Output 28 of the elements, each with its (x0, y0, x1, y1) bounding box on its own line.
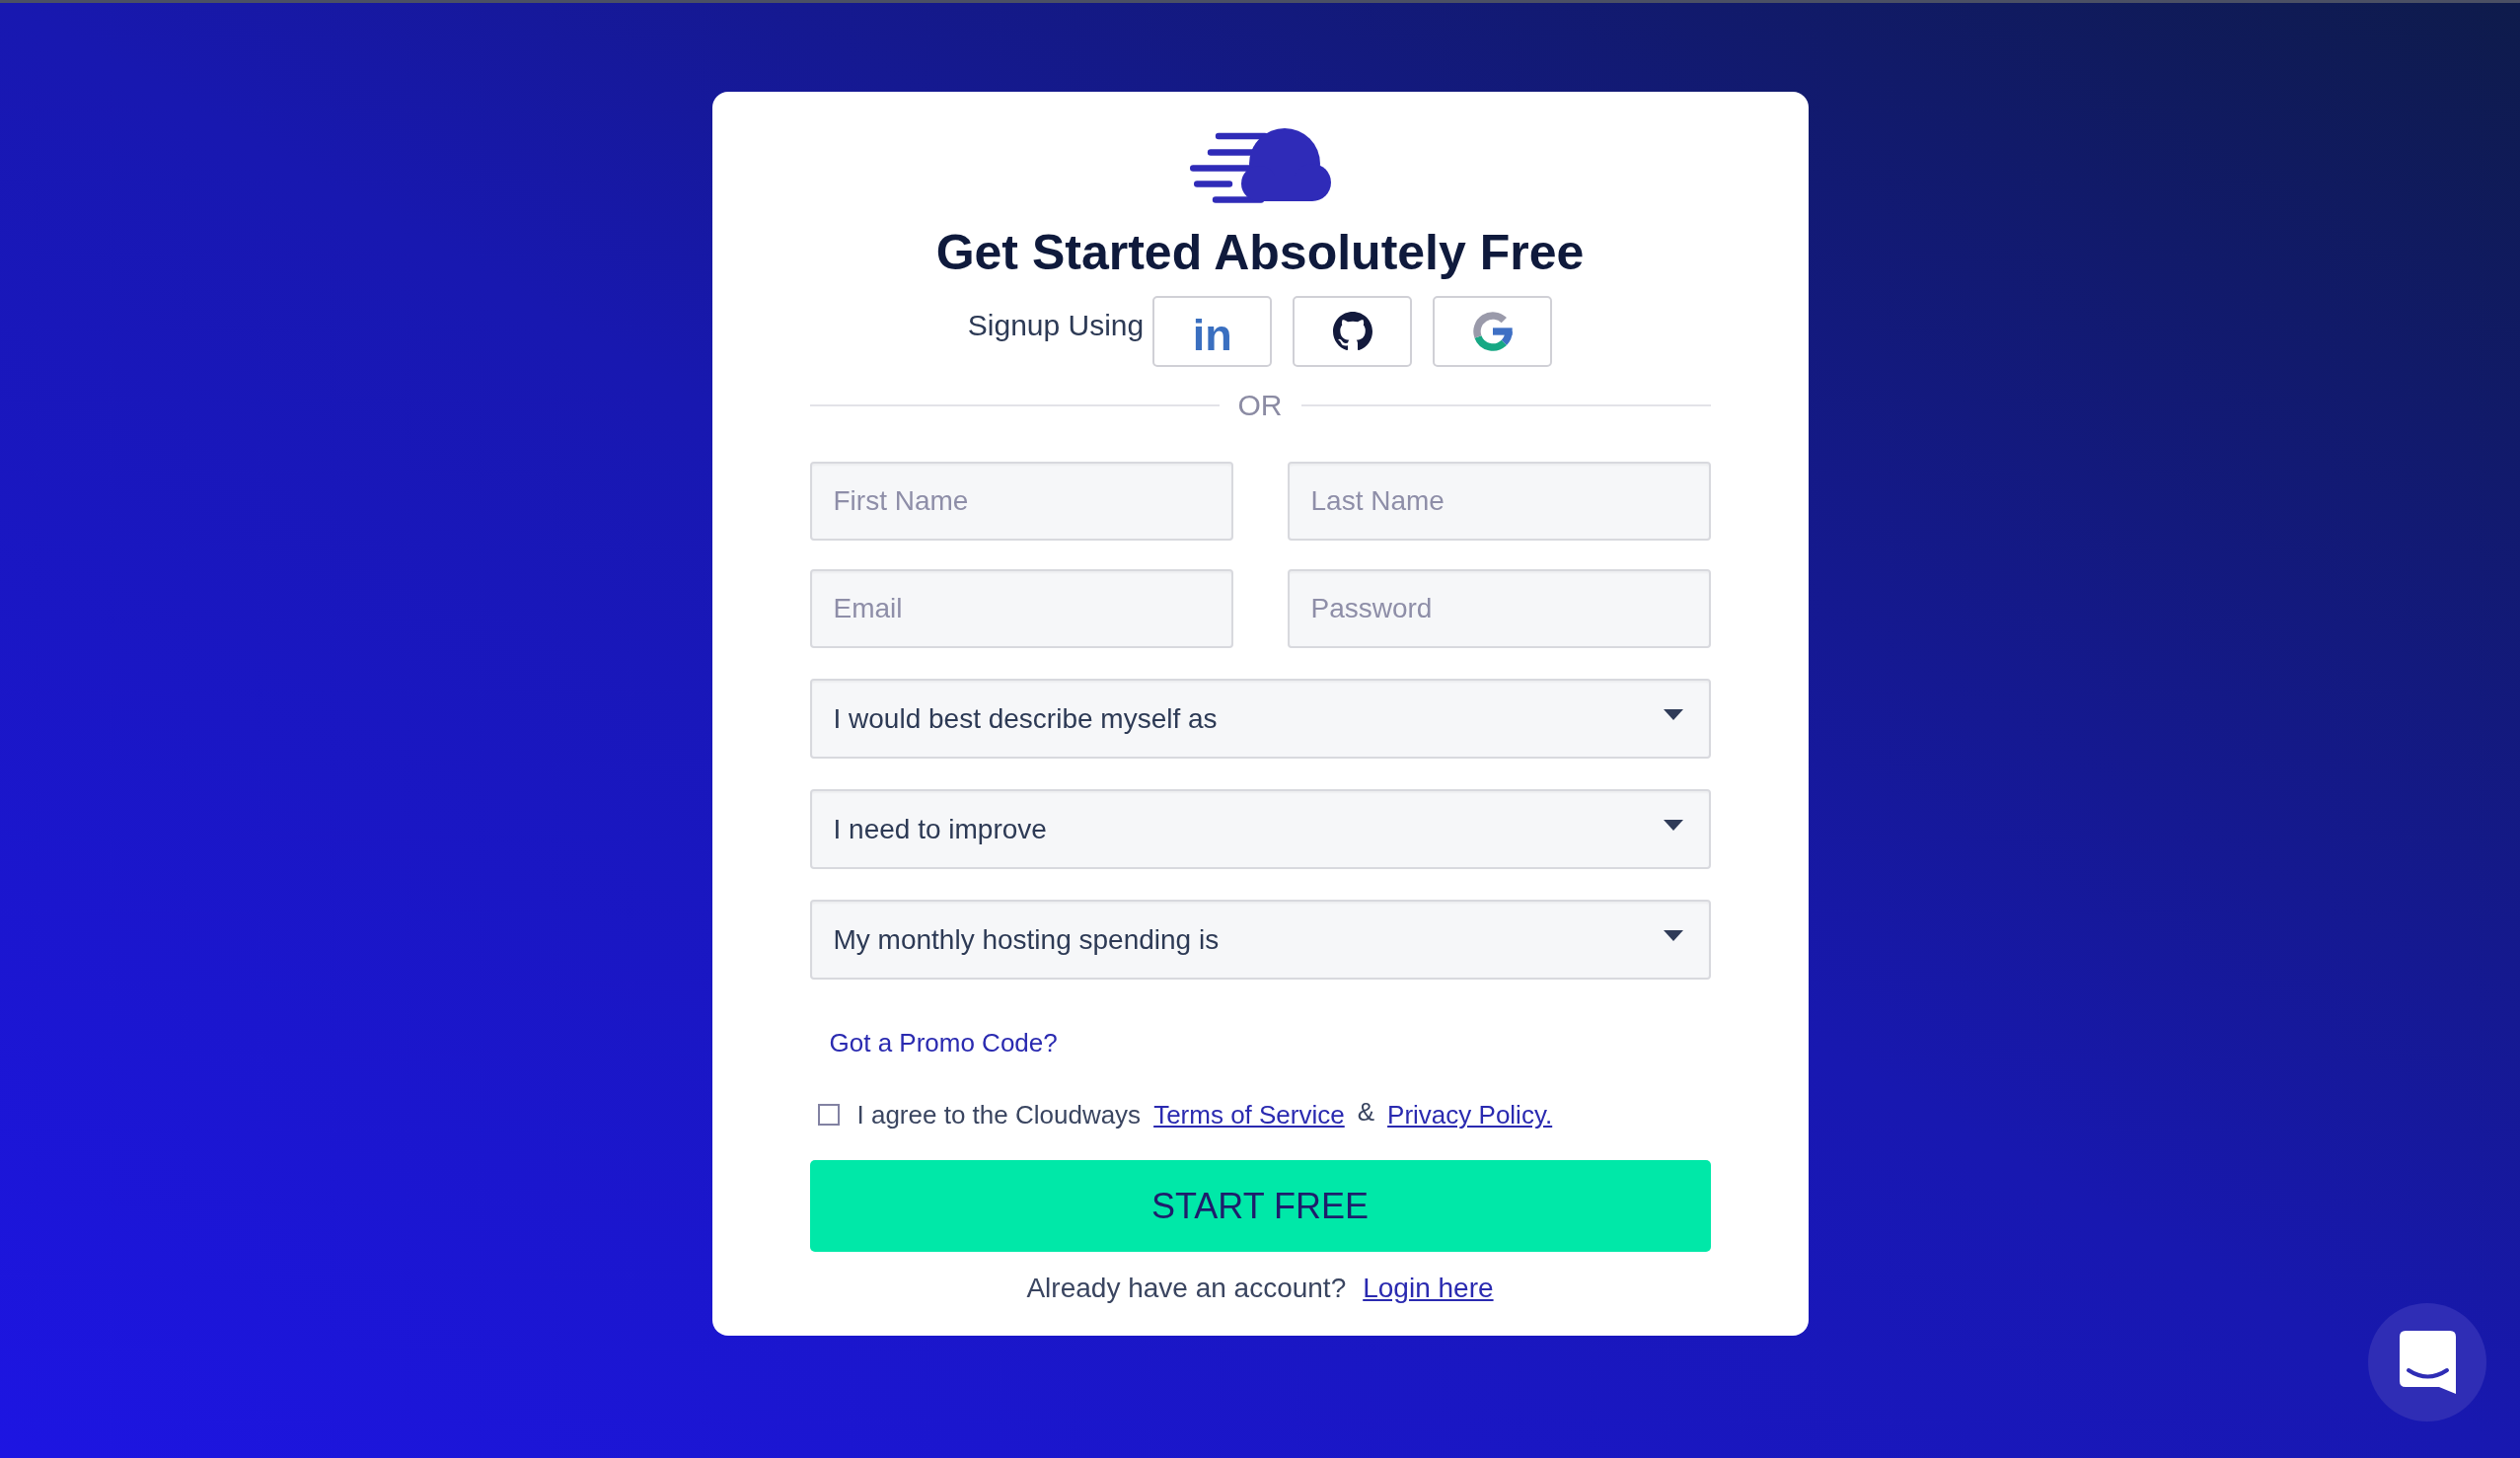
input-field[interactable]: Password (1287, 569, 1711, 648)
login-link[interactable]: Login here (1363, 1271, 1494, 1306)
separator-text: OR (1237, 388, 1283, 423)
input-field[interactable]: Last Name (1287, 462, 1711, 541)
start-free-button[interactable]: START FREE (809, 1160, 1711, 1252)
caret-icon (1663, 820, 1683, 831)
account-prompt-text: Already have an account? (1026, 1272, 1347, 1305)
checkbox[interactable] (817, 1104, 840, 1126)
ampersand-text: & (1357, 1096, 1375, 1129)
input-field[interactable]: Email (809, 569, 1233, 648)
github-button[interactable] (1293, 296, 1413, 367)
caret-icon (1663, 930, 1683, 941)
github-icon (1332, 312, 1372, 351)
linkedin-button[interactable]: in (1152, 296, 1273, 367)
dropdown[interactable]: I would best describe myself as (809, 679, 1711, 759)
signup-label: Signup Using (967, 308, 1145, 343)
dropdown[interactable]: I need to improve (809, 789, 1711, 869)
input-field[interactable]: First Name (809, 462, 1233, 541)
terms-link[interactable]: Terms of Service (1153, 1097, 1345, 1132)
privacy-policy-link[interactable]: Privacy Policy. (1387, 1097, 1553, 1132)
agreement-text: I agree to the Cloudways (856, 1099, 1142, 1131)
google-button[interactable] (1433, 296, 1553, 367)
page-title: Get Started Absolutely Free (935, 224, 1585, 281)
chat-bubble-icon (2399, 1331, 2456, 1394)
caret-icon (1663, 709, 1683, 720)
google-icon (1472, 312, 1513, 351)
promo-code-link[interactable]: Got a Promo Code? (829, 1025, 1058, 1060)
dropdown[interactable]: My monthly hosting spending is (809, 900, 1711, 980)
